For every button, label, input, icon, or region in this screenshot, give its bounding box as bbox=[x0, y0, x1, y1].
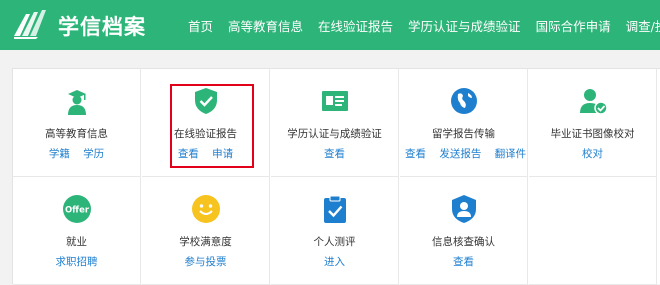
offer-icon: Offer bbox=[62, 195, 91, 223]
service-title: 个人测评 bbox=[313, 236, 356, 248]
service-title: 在线验证报告 bbox=[174, 128, 237, 140]
link-apply-report[interactable]: 申请 bbox=[212, 148, 233, 160]
link-proofread[interactable]: 校对 bbox=[582, 148, 603, 160]
link-send-report[interactable]: 发送报告 bbox=[439, 148, 481, 160]
link-view-report[interactable]: 查看 bbox=[178, 148, 199, 160]
service-title: 高等教育信息 bbox=[45, 128, 108, 140]
shield-check-icon bbox=[194, 88, 217, 114]
book-logo-icon[interactable] bbox=[12, 8, 52, 40]
link-job-search[interactable]: 求职招聘 bbox=[56, 256, 98, 268]
globe-icon bbox=[450, 88, 477, 114]
services-panel: 高等教育信息 学籍 学历 在线验证报告 查看 申请 学历认证与成绩验证 查看 留… bbox=[12, 68, 660, 285]
user-badge-icon bbox=[451, 195, 476, 223]
user-check-icon bbox=[579, 89, 608, 115]
nav-survey-vote[interactable]: 调查/投票 bbox=[626, 16, 660, 35]
nav-international-cooperation[interactable]: 国际合作申请 bbox=[536, 16, 611, 35]
service-employment: Offer 就业 求职招聘 bbox=[13, 177, 141, 285]
link-student-status[interactable]: 学籍 bbox=[49, 148, 70, 160]
service-higher-education-info: 高等教育信息 学籍 学历 bbox=[13, 69, 141, 177]
main-nav: 首页 高等教育信息 在线验证报告 学历认证与成绩验证 国际合作申请 调查/投票 bbox=[188, 0, 660, 50]
service-degree-certification: 学历认证与成绩验证 查看 bbox=[271, 69, 399, 177]
graduate-icon bbox=[67, 90, 86, 115]
logo-text[interactable]: 学信档案 bbox=[58, 11, 146, 41]
service-online-verification-report: 在线验证报告 查看 申请 bbox=[142, 69, 270, 177]
service-school-satisfaction: 学校满意度 参与投票 bbox=[142, 177, 270, 285]
link-enter-assessment[interactable]: 进入 bbox=[324, 256, 345, 268]
service-title: 信息核查确认 bbox=[432, 236, 495, 248]
nav-home[interactable]: 首页 bbox=[188, 16, 213, 35]
service-title: 留学报告传输 bbox=[432, 128, 495, 140]
link-translation[interactable]: 翻译件 bbox=[495, 148, 527, 160]
svg-text:Offer: Offer bbox=[64, 206, 89, 216]
top-header: 学信档案 首页 高等教育信息 在线验证报告 学历认证与成绩验证 国际合作申请 调… bbox=[0, 0, 660, 50]
id-card-icon bbox=[321, 91, 348, 111]
link-view-abroad-report[interactable]: 查看 bbox=[405, 148, 426, 160]
link-view-verification[interactable]: 查看 bbox=[453, 256, 474, 268]
service-title: 就业 bbox=[66, 236, 87, 248]
smiley-icon bbox=[191, 195, 220, 223]
checklist-icon bbox=[323, 195, 346, 223]
link-vote[interactable]: 参与投票 bbox=[185, 256, 227, 268]
service-title: 学校满意度 bbox=[179, 236, 232, 248]
service-title: 学历认证与成绩验证 bbox=[287, 128, 382, 140]
link-view-certification[interactable]: 查看 bbox=[324, 148, 345, 160]
nav-online-verification-report[interactable]: 在线验证报告 bbox=[318, 16, 393, 35]
service-certificate-image-proofread: 毕业证书图像校对 校对 bbox=[529, 69, 657, 177]
service-personal-assessment: 个人测评 进入 bbox=[271, 177, 399, 285]
service-study-abroad-report: 留学报告传输 查看 发送报告 翻译件 bbox=[400, 69, 528, 177]
empty-cell bbox=[529, 177, 657, 285]
nav-higher-education-info[interactable]: 高等教育信息 bbox=[228, 16, 303, 35]
service-title: 毕业证书图像校对 bbox=[550, 128, 635, 140]
nav-degree-certification[interactable]: 学历认证与成绩验证 bbox=[408, 16, 521, 35]
link-education-record[interactable]: 学历 bbox=[83, 148, 104, 160]
service-info-verification: 信息核查确认 查看 bbox=[400, 177, 528, 285]
